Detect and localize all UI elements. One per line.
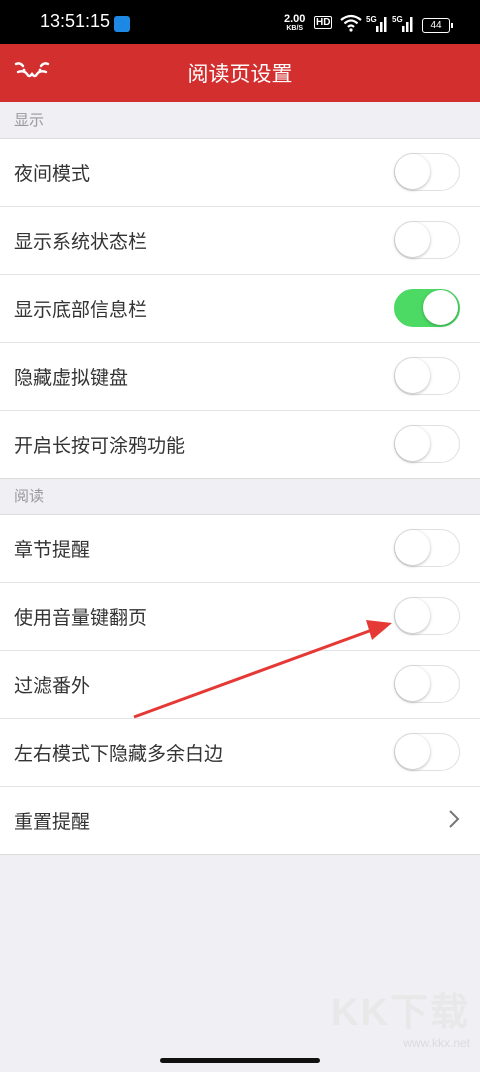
watermark-logo-text: KK下载 bbox=[331, 992, 470, 1034]
home-indicator[interactable] bbox=[160, 1058, 320, 1063]
watermark: KK下载 www.kkx.net bbox=[331, 981, 470, 1050]
annotation-arrow bbox=[133, 620, 392, 719]
watermark-url: www.kkx.net bbox=[403, 1036, 470, 1050]
